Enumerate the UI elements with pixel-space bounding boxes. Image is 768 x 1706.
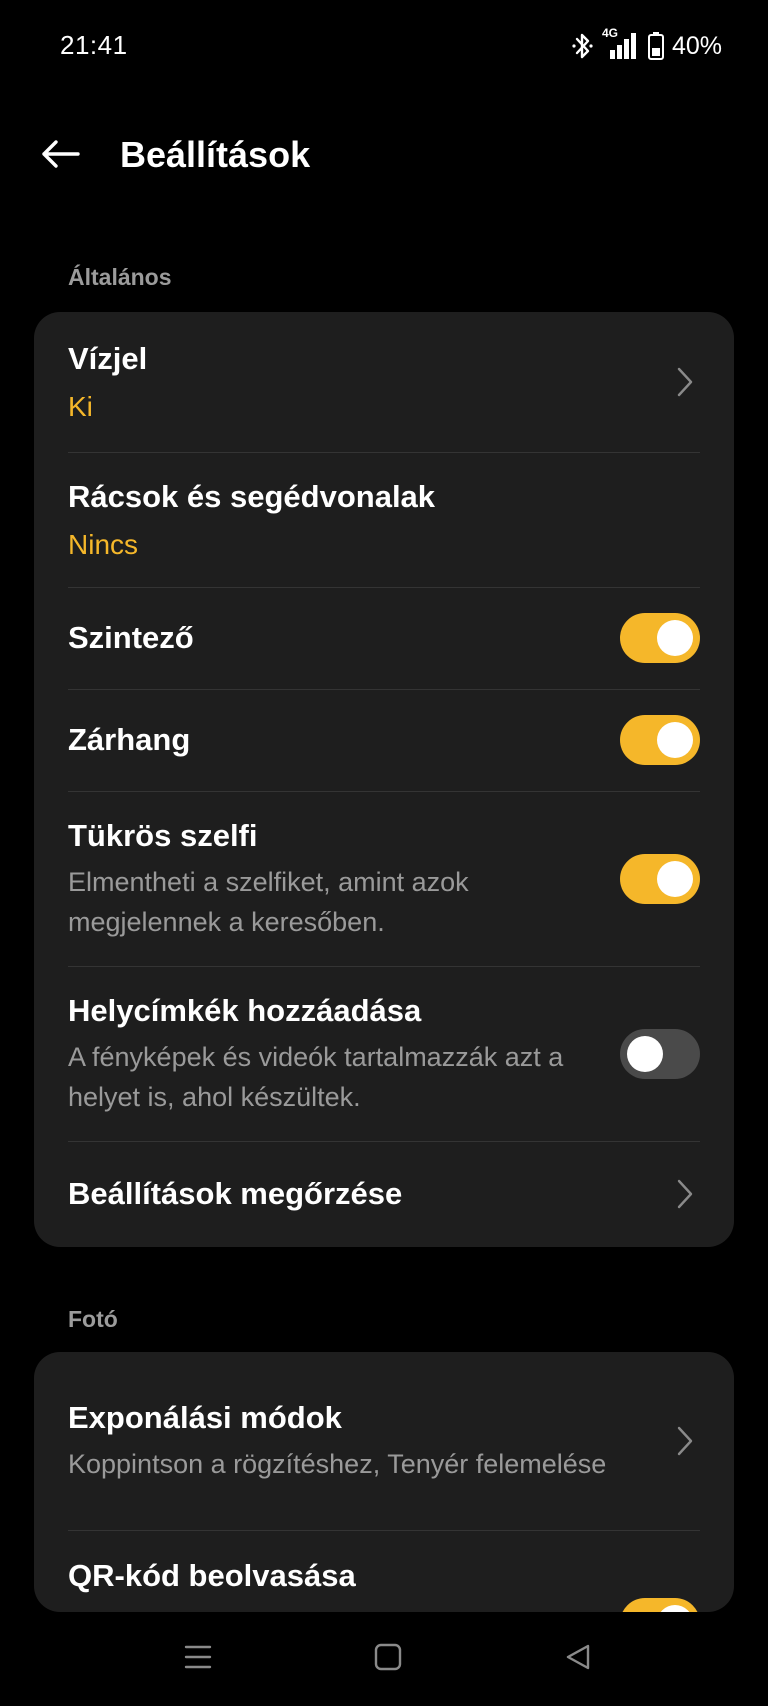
toggle-knob	[657, 620, 693, 656]
setting-value: Nincs	[68, 528, 139, 560]
setting-description: A fényképek és videók tartalmazzák azt a…	[68, 1041, 564, 1112]
recents-button[interactable]	[173, 1634, 223, 1684]
setting-description: Elmentheti a szelfiket, amint azok megje…	[68, 866, 469, 937]
setting-title: Helycímkék hozzáadása	[68, 992, 422, 1028]
chevron-right-icon	[664, 1425, 694, 1457]
home-icon	[374, 1643, 402, 1676]
setting-mirror-selfie: Tükrös szelfi Elmentheti a szelfiket, am…	[34, 791, 734, 966]
status-time: 21:41	[60, 30, 128, 60]
setting-title: Szintező	[68, 620, 194, 655]
page-title: Beállítások	[120, 134, 311, 175]
setting-shooting-modes[interactable]: Exponálási módok Koppintson a rögzítéshe…	[34, 1352, 734, 1530]
qr-scan-toggle[interactable]	[620, 1598, 700, 1612]
arrow-left-icon	[40, 138, 80, 175]
toggle-knob	[657, 722, 693, 758]
chevron-right-icon	[664, 1178, 694, 1210]
app-bar: Beállítások	[0, 120, 768, 190]
toggle-knob	[627, 1035, 663, 1072]
section-header-photo: Fotó	[68, 1306, 118, 1332]
setting-title: Rácsok és segédvonalak	[68, 478, 436, 514]
setting-title: Tükrös szelfi	[68, 817, 258, 853]
battery-icon	[647, 32, 664, 60]
home-button[interactable]	[363, 1634, 413, 1684]
setting-title: Beállítások megőrzése	[68, 1176, 403, 1211]
setting-title: Exponálási módok	[68, 1400, 342, 1435]
general-settings-card: Vízjel Ki Rácsok és segédvonalak Nincs S…	[34, 312, 734, 1247]
location-tags-toggle[interactable]	[620, 1028, 700, 1079]
menu-icon	[184, 1644, 212, 1675]
setting-title: Vízjel	[68, 341, 148, 376]
chevron-right-icon	[664, 366, 694, 398]
status-icons: 4G 40%	[572, 26, 722, 62]
shutter-sound-toggle[interactable]	[620, 715, 700, 765]
setting-description: Koppintson a rögzítéshez, Tenyér felemel…	[68, 1449, 607, 1479]
back-nav-button[interactable]	[553, 1634, 603, 1684]
toggle-knob	[657, 1605, 693, 1612]
toggle-knob	[657, 860, 693, 897]
setting-grids[interactable]: Rácsok és segédvonalak Nincs	[34, 452, 734, 587]
setting-title: QR-kód beolvasása	[68, 1558, 356, 1593]
setting-shutter-sound: Zárhang	[34, 689, 734, 791]
system-nav-bar	[0, 1612, 768, 1706]
setting-qr-scan: QR-kód beolvasása	[34, 1530, 734, 1612]
setting-value: Ki	[68, 391, 93, 422]
signal-icon: 4G	[602, 26, 640, 60]
bluetooth-icon	[572, 32, 594, 60]
setting-location-tags: Helycímkék hozzáadása A fényképek és vid…	[34, 966, 734, 1141]
level-toggle[interactable]	[620, 613, 700, 663]
section-header-general: Általános	[68, 264, 172, 290]
setting-keep-settings[interactable]: Beállítások megőrzése	[34, 1141, 734, 1247]
status-bar: 21:41 4G 40%	[0, 0, 768, 90]
photo-settings-card: Exponálási módok Koppintson a rögzítéshe…	[34, 1352, 734, 1612]
setting-level: Szintező	[34, 587, 734, 689]
mirror-selfie-toggle[interactable]	[620, 853, 700, 904]
setting-title: Zárhang	[68, 722, 191, 757]
back-button[interactable]	[36, 132, 84, 180]
setting-watermark[interactable]: Vízjel Ki	[34, 312, 734, 452]
back-triangle-icon	[564, 1643, 592, 1676]
battery-percent: 40%	[671, 31, 722, 60]
